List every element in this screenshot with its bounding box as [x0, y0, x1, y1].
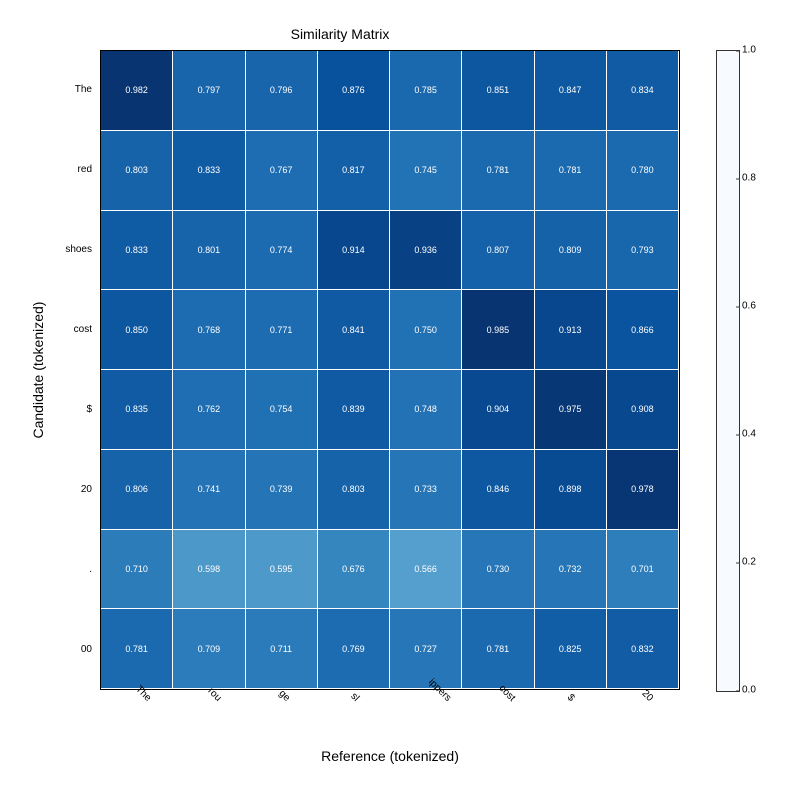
heatmap-cell: 0.847 [535, 51, 607, 131]
heatmap-cell: 0.839 [318, 370, 390, 450]
y-tick: 00 [0, 644, 92, 655]
colorbar-tick: 1.0 [742, 45, 756, 56]
heatmap-cell: 0.846 [462, 450, 534, 530]
heatmap-cell: 0.832 [607, 609, 679, 689]
x-tick: sl [348, 691, 361, 704]
y-tick-labels: The red shoes cost $20. 00 [0, 50, 96, 690]
heatmap-cell: 0.566 [390, 530, 462, 610]
heatmap-cell: 0.768 [173, 290, 245, 370]
colorbar-tick: 0.6 [742, 301, 756, 312]
y-tick: 20 [0, 484, 92, 495]
heatmap-cell: 0.781 [101, 609, 173, 689]
heatmap-cell: 0.936 [390, 211, 462, 291]
heatmap-cell: 0.914 [318, 211, 390, 291]
x-tick-labels: Therougeslipperscost$20 [100, 690, 680, 750]
heatmap-cell: 0.785 [390, 51, 462, 131]
heatmap-cell: 0.835 [101, 370, 173, 450]
heatmap-cell: 0.727 [390, 609, 462, 689]
heatmap-cell: 0.806 [101, 450, 173, 530]
x-axis-label: Reference (tokenized) [100, 748, 680, 764]
colorbar-ticks: 0.00.20.40.60.81.0 [742, 50, 770, 690]
colorbar-tick: 0.8 [742, 173, 756, 184]
heatmap-cell: 0.701 [607, 530, 679, 610]
heatmap-cell: 0.801 [173, 211, 245, 291]
heatmap-cell: 0.748 [390, 370, 462, 450]
heatmap-cell: 0.711 [246, 609, 318, 689]
heatmap-cell: 0.985 [462, 290, 534, 370]
heatmap-cell: 0.676 [318, 530, 390, 610]
heatmap-cell: 0.769 [318, 609, 390, 689]
heatmap-cell: 0.762 [173, 370, 245, 450]
y-tick: cost [0, 324, 92, 335]
heatmap-cell: 0.898 [535, 450, 607, 530]
x-tick: $ [565, 692, 577, 704]
heatmap-cell: 0.975 [535, 370, 607, 450]
x-tick: ge [277, 688, 293, 704]
colorbar-tick: 0.4 [742, 429, 756, 440]
x-tick: 20 [639, 688, 655, 704]
heatmap-cell: 0.807 [462, 211, 534, 291]
heatmap-cell: 0.732 [535, 530, 607, 610]
heatmap-cell: 0.595 [246, 530, 318, 610]
y-tick: . [0, 564, 92, 575]
heatmap-cell: 0.793 [607, 211, 679, 291]
heatmap-cell: 0.709 [173, 609, 245, 689]
y-tick: shoes [0, 244, 92, 255]
y-tick: The [0, 84, 92, 95]
heatmap-cell: 0.774 [246, 211, 318, 291]
y-tick: red [0, 164, 92, 175]
heatmap-cell: 0.754 [246, 370, 318, 450]
heatmap-cell: 0.739 [246, 450, 318, 530]
heatmap-cell: 0.851 [462, 51, 534, 131]
heatmap-cell: 0.781 [462, 609, 534, 689]
heatmap-cell: 0.908 [607, 370, 679, 450]
heatmap-cell: 0.833 [101, 211, 173, 291]
colorbar-tick: 0.2 [742, 557, 756, 568]
colorbar [716, 50, 740, 692]
heatmap-cell: 0.730 [462, 530, 534, 610]
colorbar-tick: 0.0 [742, 685, 756, 696]
heatmap-cell: 0.803 [101, 131, 173, 211]
heatmap-cell: 0.598 [173, 530, 245, 610]
heatmap-cell: 0.780 [607, 131, 679, 211]
heatmap-cell: 0.834 [607, 51, 679, 131]
heatmap-cell: 0.803 [318, 450, 390, 530]
heatmap-cell: 0.745 [390, 131, 462, 211]
figure: Similarity Matrix Candidate (tokenized) … [0, 0, 800, 800]
heatmap-cell: 0.841 [318, 290, 390, 370]
heatmap-plot-area: 0.9820.7970.7960.8760.7850.8510.8470.834… [100, 50, 680, 690]
heatmap-cell: 0.781 [535, 131, 607, 211]
y-tick: $ [0, 404, 92, 415]
heatmap-cell: 0.850 [101, 290, 173, 370]
heatmap-cell: 0.733 [390, 450, 462, 530]
heatmap-cell: 0.833 [173, 131, 245, 211]
heatmap-cell: 0.710 [101, 530, 173, 610]
heatmap-cell: 0.876 [318, 51, 390, 131]
heatmap-cell: 0.817 [318, 131, 390, 211]
heatmap-cell: 0.978 [607, 450, 679, 530]
heatmap-grid: 0.9820.7970.7960.8760.7850.8510.8470.834… [101, 51, 679, 689]
heatmap-cell: 0.866 [607, 290, 679, 370]
heatmap-cell: 0.904 [462, 370, 534, 450]
heatmap-cell: 0.809 [535, 211, 607, 291]
heatmap-cell: 0.771 [246, 290, 318, 370]
heatmap-cell: 0.825 [535, 609, 607, 689]
heatmap-cell: 0.913 [535, 290, 607, 370]
heatmap-cell: 0.982 [101, 51, 173, 131]
heatmap-cell: 0.797 [173, 51, 245, 131]
heatmap-cell: 0.781 [462, 131, 534, 211]
chart-title: Similarity Matrix [0, 26, 680, 42]
heatmap-cell: 0.750 [390, 290, 462, 370]
heatmap-cell: 0.767 [246, 131, 318, 211]
heatmap-cell: 0.741 [173, 450, 245, 530]
heatmap-cell: 0.796 [246, 51, 318, 131]
